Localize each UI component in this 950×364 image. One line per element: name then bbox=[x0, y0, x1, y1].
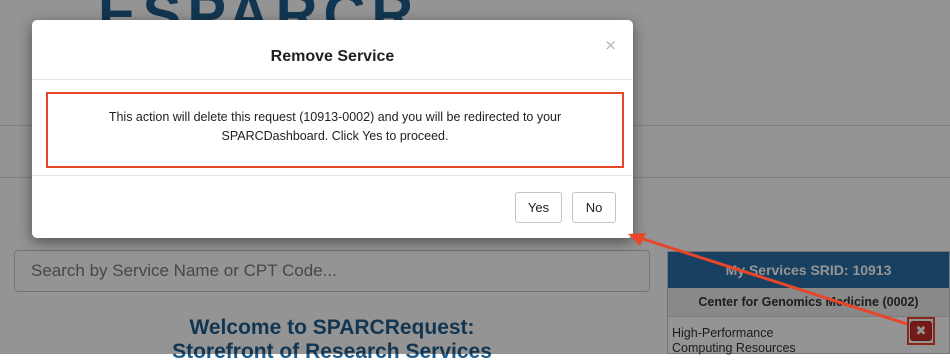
modal-message: This action will delete this request (10… bbox=[48, 108, 622, 146]
remove-service-modal: Remove Service × This action will delete… bbox=[32, 20, 633, 238]
close-icon: × bbox=[604, 36, 617, 54]
modal-header-divider bbox=[32, 79, 633, 80]
modal-message-line-2: SPARCDashboard. Click Yes to proceed. bbox=[221, 129, 449, 143]
modal-title: Remove Service bbox=[270, 48, 395, 65]
yes-button[interactable]: Yes bbox=[515, 192, 562, 223]
modal-footer-divider bbox=[32, 175, 633, 176]
modal-message-line-1: This action will delete this request (10… bbox=[108, 110, 562, 124]
annotation-highlight-message: This action will delete this request (10… bbox=[46, 92, 624, 168]
no-button[interactable]: No bbox=[572, 192, 616, 223]
modal-close-button[interactable]: × bbox=[604, 36, 617, 54]
